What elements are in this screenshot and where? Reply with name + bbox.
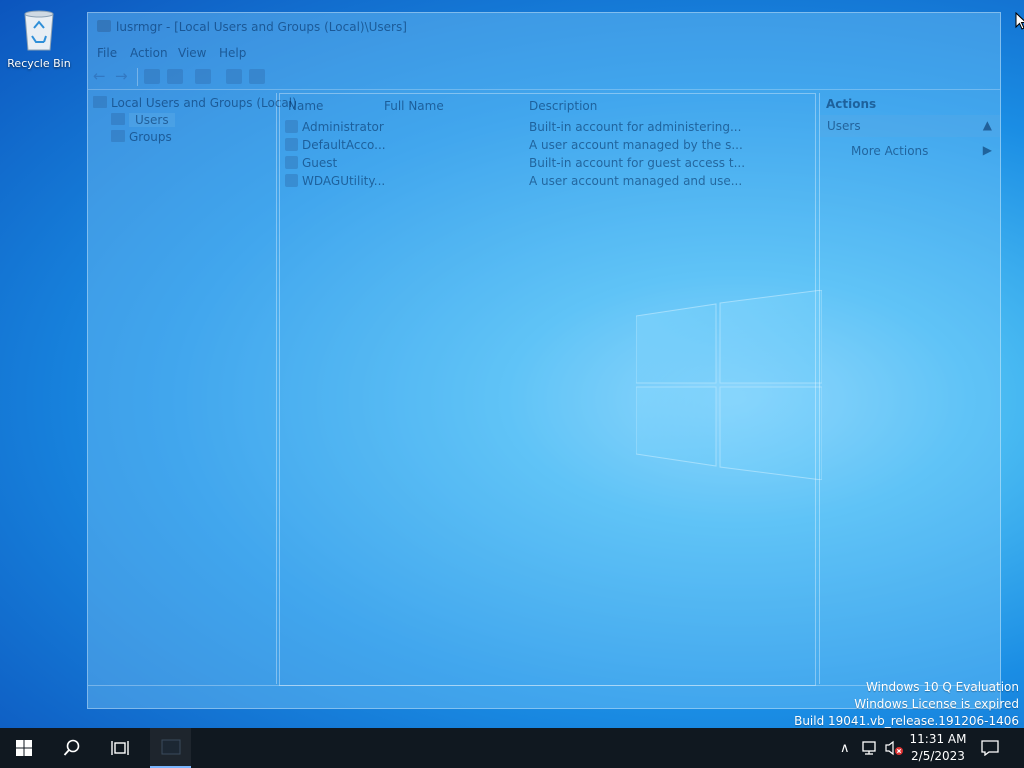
menu-view[interactable]: View	[178, 46, 206, 60]
user-icon	[285, 156, 298, 169]
user-icon	[285, 120, 298, 133]
row-description: A user account managed by the s...	[529, 138, 743, 152]
computer-icon	[93, 96, 107, 108]
tree-root[interactable]: Local Users and Groups (Local)	[93, 96, 297, 110]
actions-section-label: Users	[827, 119, 861, 133]
menu-help[interactable]: Help	[219, 46, 246, 60]
notification-icon	[981, 740, 999, 756]
up-level-icon[interactable]	[144, 69, 160, 84]
export-list-icon[interactable]	[195, 69, 211, 84]
tree-root-label: Local Users and Groups (Local)	[111, 96, 297, 110]
recycle-bin-icon	[24, 10, 54, 51]
window-title: lusrmgr - [Local Users and Groups (Local…	[116, 20, 407, 34]
search-button[interactable]	[48, 728, 96, 768]
network-tray-button[interactable]	[861, 728, 879, 768]
mouse-cursor-icon	[1015, 12, 1024, 30]
table-row[interactable]: Guest Built-in account for guest access …	[280, 155, 815, 173]
row-description: A user account managed and use...	[529, 174, 743, 188]
forward-arrow-icon[interactable]: →	[115, 69, 131, 84]
console-tree: Local Users and Groups (Local) Users Gro…	[88, 93, 297, 684]
tree-item-users[interactable]: Users	[111, 113, 175, 127]
taskbar-app-lusrmgr[interactable]	[150, 728, 191, 768]
more-actions-link[interactable]: More Actions	[851, 144, 928, 158]
actions-header: Actions	[826, 97, 877, 111]
row-description: Built-in account for administering...	[529, 120, 742, 134]
folder-icon	[111, 113, 125, 125]
back-arrow-icon[interactable]: ←	[93, 69, 109, 84]
tree-item-groups[interactable]: Groups	[111, 130, 172, 144]
row-name: Guest	[285, 156, 337, 170]
show-hidden-icons-button[interactable]: ∧	[838, 728, 852, 768]
menu-file[interactable]: File	[97, 46, 117, 60]
evaluation-watermark: Windows 10 Q Evaluation Windows License …	[794, 679, 1019, 730]
column-header-full-name[interactable]: Full Name	[384, 99, 444, 113]
table-row[interactable]: DefaultAcco... A user account managed by…	[280, 137, 815, 155]
row-description: Built-in account for guest access t...	[529, 156, 746, 170]
menu-bar: File Action View Help	[88, 43, 1000, 63]
actions-pane: Actions Users ▲ More Actions ▶	[819, 93, 1000, 684]
user-list: Name Full Name Description Administrator…	[279, 93, 816, 686]
action-pane-icon[interactable]	[249, 69, 265, 84]
row-name-text: Guest	[302, 156, 338, 170]
volume-tray-button[interactable]	[884, 728, 904, 768]
watermark-line-edition: Windows 10 Q Evaluation	[865, 680, 1019, 694]
action-center-button[interactable]	[981, 728, 999, 768]
menu-action[interactable]: Action	[130, 46, 168, 60]
desktop-icon-label: Recycle Bin	[7, 57, 71, 70]
user-icon	[285, 138, 298, 151]
tree-item-users-label: Users	[129, 113, 175, 127]
app-icon	[97, 20, 111, 32]
volume-muted-icon	[885, 740, 903, 756]
chevron-up-icon: ∧	[840, 740, 850, 756]
toolbar: ← →	[88, 65, 1000, 90]
user-icon	[285, 174, 298, 187]
tree-item-groups-label: Groups	[129, 130, 172, 144]
title-bar[interactable]: lusrmgr - [Local Users and Groups (Local…	[88, 13, 1000, 41]
row-name-text: WDAGUtility...	[302, 174, 386, 188]
lusrmgr-window[interactable]: lusrmgr - [Local Users and Groups (Local…	[87, 12, 1001, 709]
search-icon	[63, 739, 80, 756]
clock-time: 11:31 AM	[909, 732, 967, 746]
start-button[interactable]	[0, 728, 48, 768]
task-view-button[interactable]	[96, 728, 144, 768]
row-name: WDAGUtility...	[285, 174, 385, 188]
windows-start-icon	[16, 740, 32, 756]
row-name: DefaultAcco...	[285, 138, 386, 152]
table-row[interactable]: Administrator Built-in account for admin…	[280, 119, 815, 137]
folder-icon	[111, 130, 125, 142]
chevron-right-icon: ▶	[982, 143, 992, 157]
table-row[interactable]: WDAGUtility... A user account managed an…	[280, 173, 815, 191]
help-icon[interactable]	[226, 69, 242, 84]
actions-section-users[interactable]: Users ▲	[820, 115, 1000, 137]
desktop-icon-recycle-bin[interactable]: Recycle Bin	[6, 6, 72, 70]
system-clock[interactable]: 11:31 AM 2/5/2023	[905, 731, 971, 765]
column-header-name[interactable]: Name	[288, 99, 323, 113]
network-icon	[862, 741, 876, 755]
watermark-line-license: Windows License is expired	[854, 697, 1019, 711]
show-hide-tree-icon[interactable]	[167, 69, 183, 84]
row-name: Administrator	[285, 120, 384, 134]
collapse-up-icon[interactable]: ▲	[983, 118, 992, 132]
clock-date: 2/5/2023	[911, 749, 965, 763]
column-header-description[interactable]: Description	[529, 99, 597, 113]
mmc-app-icon	[161, 739, 180, 755]
row-name-text: Administrator	[302, 120, 384, 134]
toolbar-separator	[137, 68, 138, 86]
task-view-icon	[111, 741, 129, 755]
taskbar: ∧ 11:31 AM 2/5/2023	[0, 728, 1024, 768]
row-name-text: DefaultAcco...	[302, 138, 386, 152]
